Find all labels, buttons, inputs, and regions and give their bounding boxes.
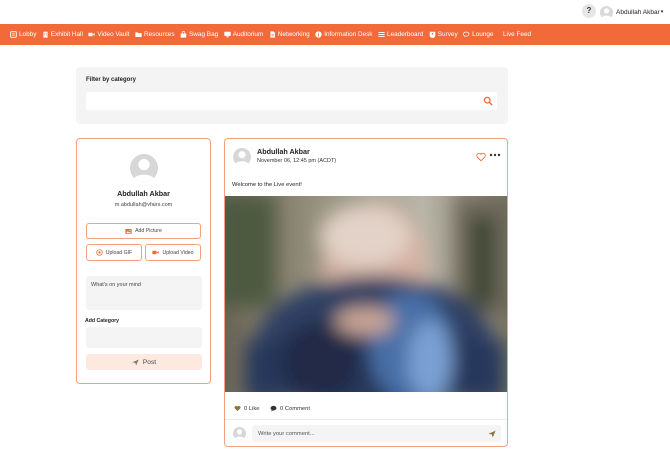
filter-category-input[interactable] <box>86 92 497 110</box>
post-text-input[interactable]: What's on your mind <box>86 276 202 310</box>
user-name: Abdullah Akbar <box>616 8 660 16</box>
post-author: Abdullah Akbar <box>257 147 310 156</box>
avatar <box>130 154 158 182</box>
nav-item-exhibit-hall[interactable]: Exhibit Hall <box>42 31 83 38</box>
comment-input[interactable] <box>252 425 501 442</box>
profile-name: Abdullah Akbar <box>117 189 170 198</box>
post-composer-card: Abdullah Akbar m.abdullah@vfairs.com Add… <box>76 138 211 384</box>
post-button-label: Post <box>142 358 157 366</box>
comment-icon <box>270 405 277 412</box>
nav-label: Networking <box>277 31 310 38</box>
nav-item-networking[interactable]: Networking <box>269 31 310 38</box>
upload-video-button[interactable]: Upload Video <box>145 244 201 261</box>
video-camera-icon <box>152 249 160 256</box>
post-image[interactable] <box>225 196 507 392</box>
like-count: 0 Like <box>244 405 260 412</box>
bag-icon <box>180 31 187 38</box>
profile-email: m.abdullah@vfairs.com <box>114 202 173 208</box>
nav-label: Swag Bag <box>189 31 219 38</box>
post-body: Welcome to the Live event! <box>232 182 302 188</box>
chevron-down-icon: ▾ <box>660 9 664 15</box>
nav-label: Exhibit Hall <box>50 31 83 38</box>
upload-gif-label: Upload GIF <box>105 249 133 256</box>
nav-item-auditorium[interactable]: Auditorium <box>224 31 264 38</box>
upload-gif-button[interactable]: Upload GIF <box>86 244 142 261</box>
heart-icon <box>234 405 241 412</box>
document-icon <box>269 31 276 38</box>
filter-panel: Filter by category <box>76 67 508 124</box>
avatar <box>233 427 246 440</box>
chat-icon <box>463 31 470 38</box>
monitor-icon <box>224 31 231 38</box>
building-icon <box>42 31 49 38</box>
nav-label: Resources <box>144 31 175 38</box>
post-button[interactable]: Post <box>86 354 202 370</box>
nav-label: Information Desk <box>324 31 373 38</box>
lobby-icon <box>10 31 17 38</box>
video-camera-icon <box>88 31 96 38</box>
add-picture-label: Add Picture <box>135 228 162 234</box>
more-options-icon[interactable] <box>489 151 501 160</box>
survey-icon <box>429 31 436 38</box>
main-nav: Lobby Exhibit Hall Video Vault Resources… <box>0 24 670 45</box>
upload-video-label: Upload Video <box>162 249 194 256</box>
send-icon[interactable] <box>488 430 496 438</box>
nav-label: Lobby <box>19 31 37 38</box>
image-icon <box>125 228 132 235</box>
top-bar: ? Abdullah Akbar ▾ <box>0 0 670 24</box>
nav-label: Auditorium <box>232 31 264 38</box>
add-category-label: Add Category <box>85 318 120 324</box>
nav-item-resources[interactable]: Resources <box>135 31 175 38</box>
help-button[interactable]: ? <box>582 4 596 18</box>
nav-label: Lounge <box>472 31 494 38</box>
nav-label: Video Vault <box>97 31 130 38</box>
nav-item-survey[interactable]: Survey <box>429 31 458 38</box>
user-avatar-icon <box>600 5 613 19</box>
gif-icon <box>96 249 103 256</box>
divider <box>225 419 507 420</box>
user-menu[interactable]: Abdullah Akbar ▾ <box>600 4 663 20</box>
add-picture-button[interactable]: Add Picture <box>86 223 201 239</box>
nav-item-live-feed[interactable]: Live Feed <box>503 31 531 38</box>
nav-label: Live Feed <box>502 31 532 38</box>
nav-label: Leaderboard <box>387 31 424 38</box>
comment-button[interactable]: 0 Comment <box>270 405 310 412</box>
folder-icon <box>135 31 142 38</box>
nav-item-leaderboard[interactable]: Leaderboard <box>378 31 423 38</box>
comment-count: 0 Comment <box>280 405 310 412</box>
like-button[interactable]: 0 Like <box>234 405 259 412</box>
category-input[interactable] <box>86 327 202 348</box>
filter-title: Filter by category <box>86 77 137 83</box>
list-icon <box>378 31 385 38</box>
nav-item-swag-bag[interactable]: Swag Bag <box>180 31 218 38</box>
nav-item-lounge[interactable]: Lounge <box>463 31 493 38</box>
avatar <box>233 148 251 166</box>
post-timestamp: November 06, 12:45 pm (ACDT) <box>257 158 337 164</box>
nav-item-information-desk[interactable]: Information Desk <box>315 31 373 38</box>
nav-label: Survey <box>437 31 458 38</box>
heart-icon[interactable] <box>476 152 486 162</box>
nav-item-lobby[interactable]: Lobby <box>10 31 36 38</box>
nav-item-video-vault[interactable]: Video Vault <box>88 31 130 38</box>
send-icon <box>132 359 139 366</box>
feed-post-card: Abdullah Akbar November 06, 12:45 pm (AC… <box>224 138 508 447</box>
info-icon <box>315 31 322 38</box>
search-icon[interactable] <box>483 96 493 106</box>
